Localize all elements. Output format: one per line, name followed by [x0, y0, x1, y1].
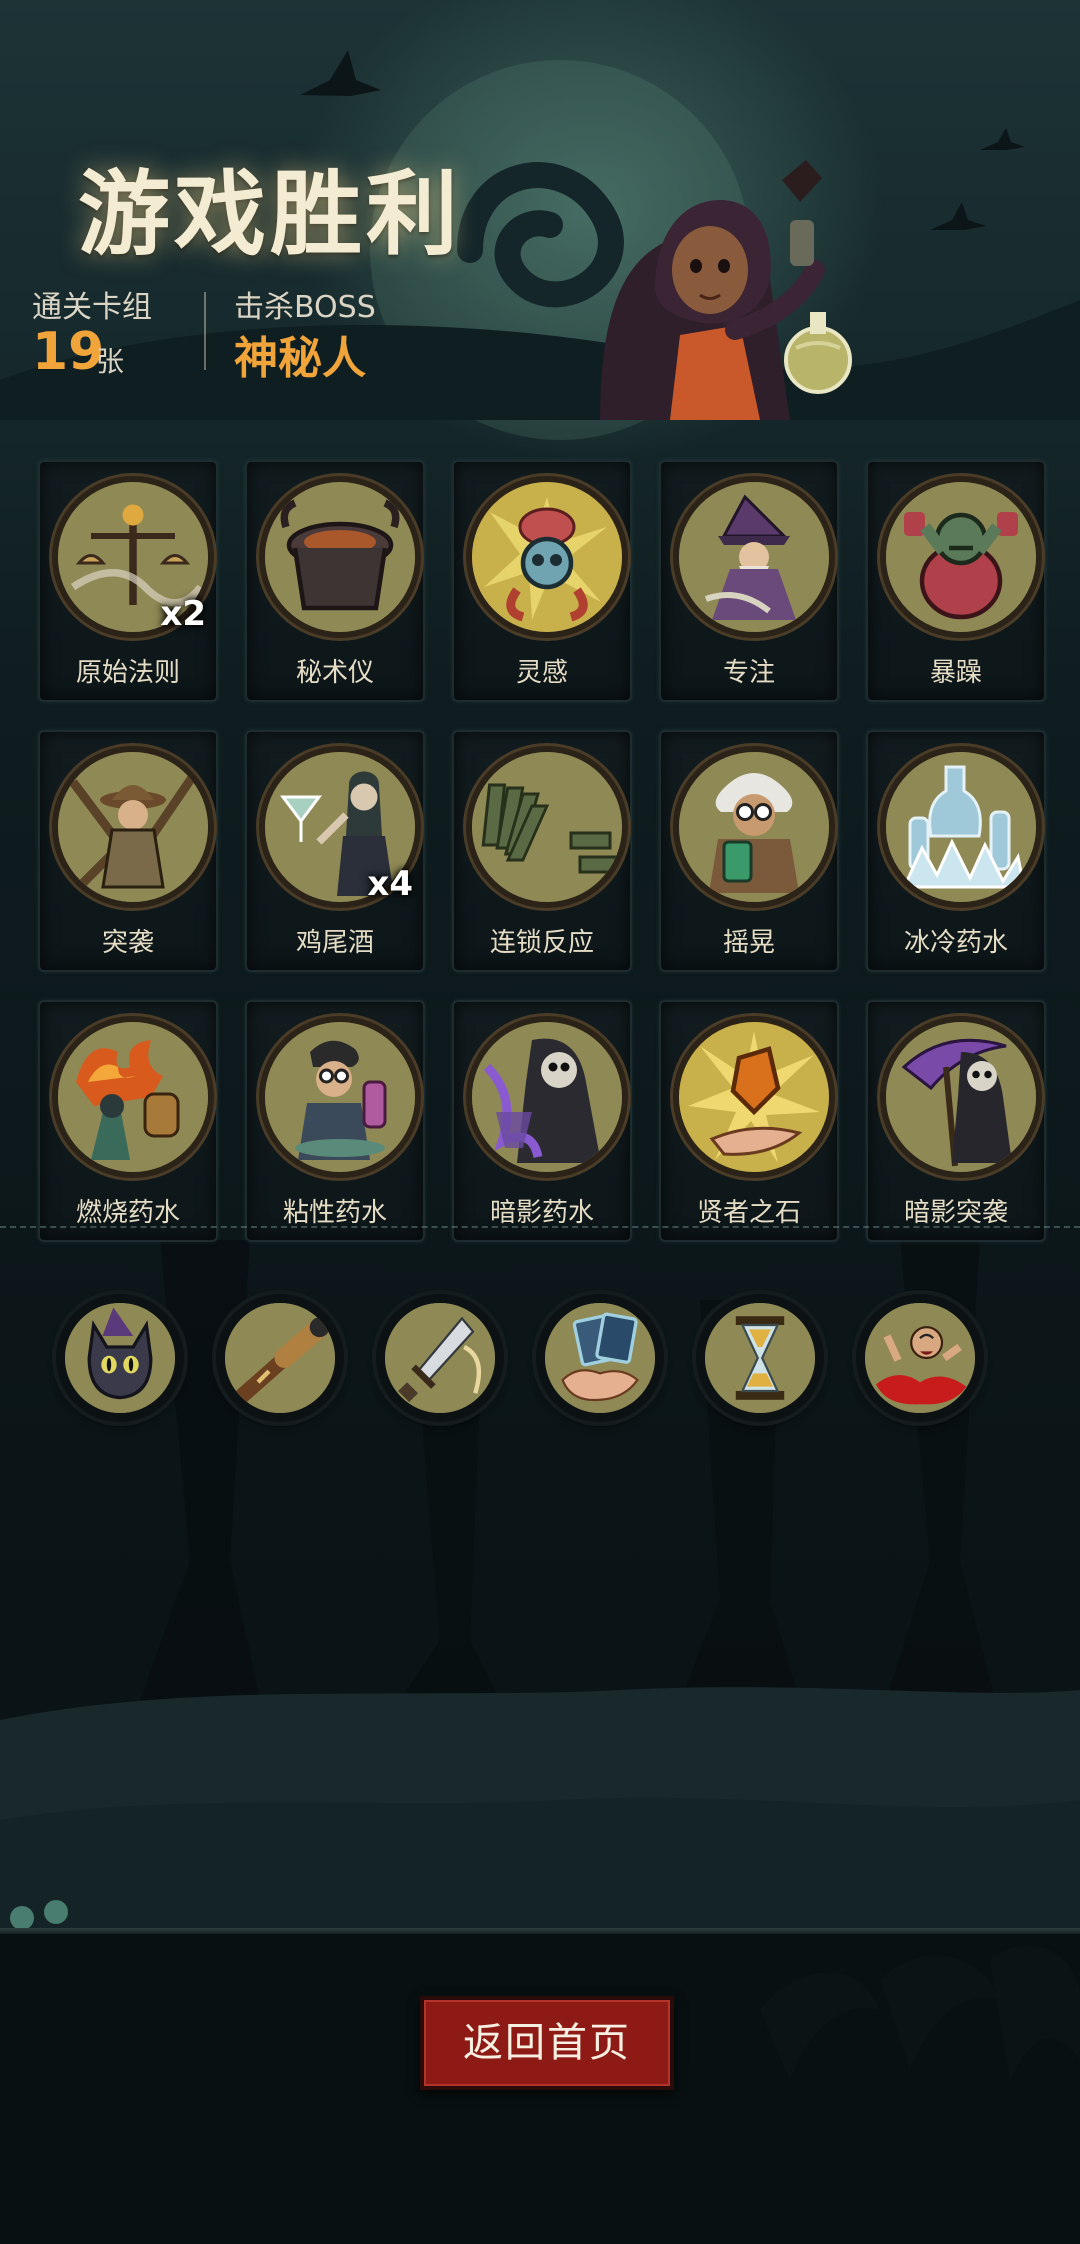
card-name: 暴躁	[929, 658, 982, 688]
card-hand-icon	[545, 1303, 655, 1413]
card-count: x2	[160, 594, 206, 634]
card-art	[52, 746, 214, 908]
card-name: 燃烧药水	[75, 1198, 180, 1228]
card-item[interactable]: 灵感	[452, 460, 632, 702]
card-art	[52, 1016, 214, 1178]
card-art	[673, 476, 835, 638]
card-art	[673, 1016, 835, 1178]
card-art	[466, 746, 628, 908]
card-art	[466, 1016, 628, 1178]
relic-item[interactable]	[856, 1294, 984, 1422]
spyglass-icon	[225, 1303, 335, 1413]
card-item[interactable]: 粘性药水	[245, 1000, 425, 1242]
card-name: 突袭	[101, 928, 154, 958]
card-item[interactable]: 摇晃	[659, 730, 839, 972]
blood-man-icon	[865, 1303, 975, 1413]
card-art	[880, 476, 1042, 638]
ground-divider	[0, 1928, 1080, 1934]
relic-item[interactable]	[216, 1294, 344, 1422]
card-item[interactable]: 突袭	[38, 730, 218, 972]
relic-item[interactable]	[696, 1294, 824, 1422]
card-item[interactable]: 专注	[659, 460, 839, 702]
card-name: 摇晃	[722, 928, 775, 958]
reaper-icon	[472, 1022, 622, 1172]
card-item[interactable]: 秘术仪	[245, 460, 425, 702]
card-item[interactable]: x4 鸡尾酒	[245, 730, 425, 972]
card-art	[466, 476, 628, 638]
hourglass-icon	[705, 1303, 815, 1413]
alchemist-hero-illustration	[600, 160, 852, 420]
section-divider	[0, 1226, 1080, 1228]
card-item[interactable]: 燃烧药水	[38, 1000, 218, 1242]
relic-item[interactable]	[376, 1294, 504, 1422]
boss-name: 神秘人	[234, 333, 366, 384]
deck-unit: 张	[96, 345, 125, 378]
card-name: 原始法则	[75, 658, 180, 688]
card-item[interactable]: 暗影突袭	[866, 1000, 1046, 1242]
fire-potion-icon	[58, 1022, 208, 1172]
card-name: 专注	[722, 658, 775, 688]
card-art	[880, 1016, 1042, 1178]
card-name: 秘术仪	[295, 658, 374, 688]
card-count: x4	[367, 864, 413, 904]
cat-icon	[65, 1303, 175, 1413]
card-item[interactable]: 贤者之石	[659, 1000, 839, 1242]
victory-screen: 游戏胜利 通关卡组 19 张 击杀BOSS 神秘人 x2 原始法则 秘术仪 灵感…	[0, 0, 1080, 2244]
altar-icon	[265, 482, 415, 632]
return-home-button[interactable]: 返回首页	[420, 1996, 674, 2090]
skull-brain-icon	[472, 482, 622, 632]
card-art	[880, 746, 1042, 908]
dagger-icon	[385, 1303, 495, 1413]
card-name: 鸡尾酒	[295, 928, 374, 958]
brute-icon	[886, 482, 1036, 632]
deck-count: 19	[32, 322, 105, 382]
card-name: 暗影药水	[489, 1198, 594, 1228]
card-name: 冰冷药水	[903, 928, 1008, 958]
scythe-reaper-icon	[886, 1022, 1036, 1172]
deck-label: 通关卡组	[32, 290, 152, 325]
card-art	[259, 1016, 421, 1178]
card-item[interactable]: x2 原始法则	[38, 460, 218, 702]
crystal-icon	[679, 1022, 829, 1172]
card-name: 暗影突袭	[903, 1198, 1008, 1228]
card-item[interactable]: 暴躁	[866, 460, 1046, 702]
relic-item[interactable]	[56, 1294, 184, 1422]
card-name: 粘性药水	[282, 1198, 387, 1228]
wizard-icon	[679, 482, 829, 632]
adventurer-icon	[58, 752, 208, 902]
ice-bottles-icon	[886, 752, 1036, 902]
dominoes-icon	[472, 752, 622, 902]
stat-divider	[204, 292, 206, 370]
card-item[interactable]: 冰冷药水	[866, 730, 1046, 972]
boss-label: 击杀BOSS	[234, 290, 376, 325]
card-name: 贤者之石	[696, 1198, 801, 1228]
card-art	[259, 476, 421, 638]
card-art	[673, 746, 835, 908]
card-item[interactable]: 连锁反应	[452, 730, 632, 972]
scientist-icon	[679, 752, 829, 902]
relic-item[interactable]	[536, 1294, 664, 1422]
card-name: 连锁反应	[489, 928, 594, 958]
alchemist-icon	[265, 1022, 415, 1172]
card-name: 灵感	[515, 658, 568, 688]
card-item[interactable]: 暗影药水	[452, 1000, 632, 1242]
page-title: 游戏胜利	[78, 160, 463, 268]
